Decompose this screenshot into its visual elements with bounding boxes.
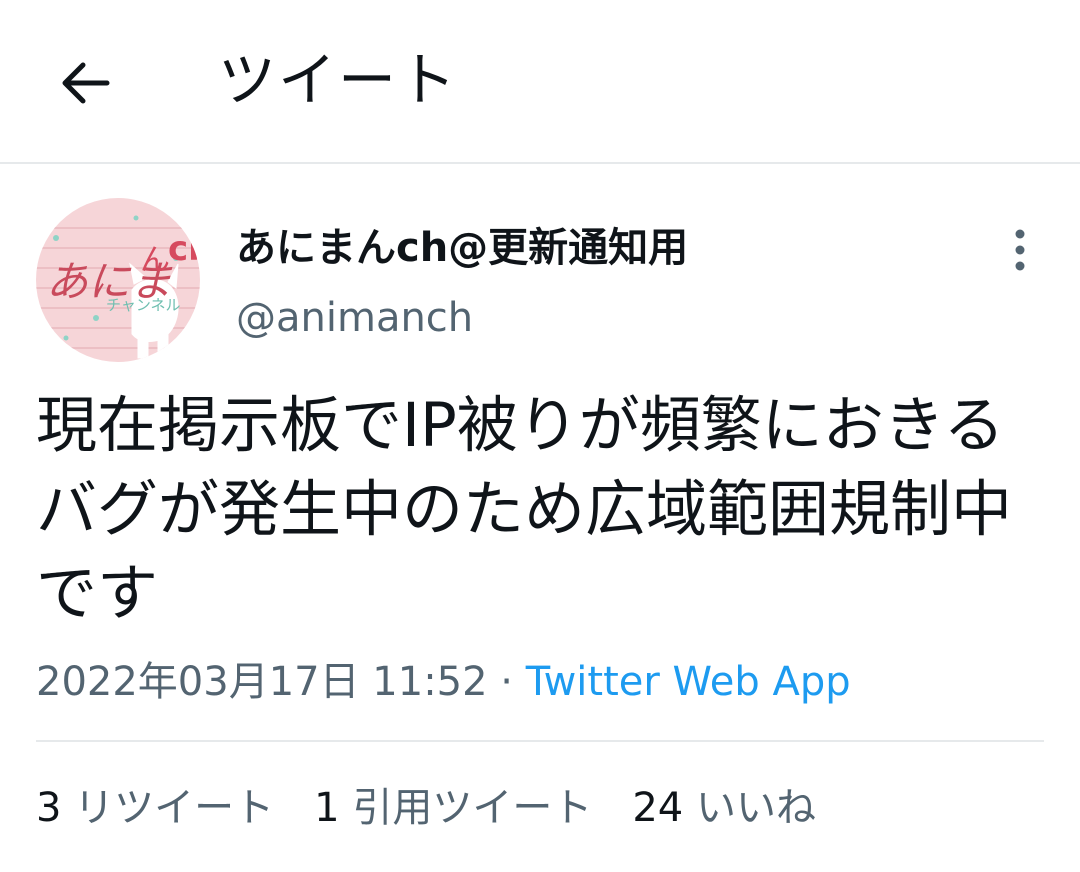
svg-text:チャンネル: チャンネル bbox=[106, 296, 181, 314]
quotes-stat[interactable]: 1 引用ツイート bbox=[314, 780, 592, 836]
svg-text:ん: ん bbox=[140, 243, 170, 278]
tweet-stats: 3 リツイート 1 引用ツイート 24 いいね bbox=[36, 780, 856, 836]
avatar[interactable]: あにま ん ch チャンネル bbox=[36, 198, 200, 362]
retweets-count: 3 bbox=[36, 785, 62, 831]
avatar-image: あにま ん ch チャンネル bbox=[36, 198, 200, 362]
svg-text:ch: ch bbox=[168, 229, 200, 269]
meta-separator: · bbox=[487, 659, 526, 705]
retweets-label: リツイート bbox=[74, 785, 275, 831]
more-options-button[interactable] bbox=[998, 224, 1042, 276]
tweet-text: 現在掲示板でIP被りが頻繁におきるバグが発生中のため広域範囲規制中です bbox=[36, 390, 1013, 629]
quotes-label: 引用ツイート bbox=[352, 785, 593, 831]
likes-label: いいね bbox=[695, 785, 816, 831]
likes-stat[interactable]: 24 いいね bbox=[632, 780, 816, 836]
top-bar: ツイート bbox=[0, 0, 1080, 164]
arrow-left-icon bbox=[62, 62, 110, 104]
tweet-timestamp[interactable]: 2022年03月17日 11:52 bbox=[36, 659, 488, 705]
user-handle[interactable]: @animanch bbox=[236, 290, 473, 346]
retweets-stat[interactable]: 3 リツイート bbox=[36, 780, 274, 836]
display-name[interactable]: あにまんch@更新通知用 bbox=[236, 218, 688, 278]
page-title: ツイート bbox=[218, 46, 459, 114]
more-vertical-icon bbox=[1015, 229, 1025, 271]
likes-count: 24 bbox=[632, 785, 684, 831]
divider bbox=[36, 740, 1044, 742]
back-button[interactable] bbox=[50, 48, 120, 118]
quotes-count: 1 bbox=[314, 785, 340, 831]
tweet-source-link[interactable]: Twitter Web App bbox=[526, 659, 851, 705]
tweet-meta: 2022年03月17日 11:52 · Twitter Web App bbox=[36, 654, 851, 710]
